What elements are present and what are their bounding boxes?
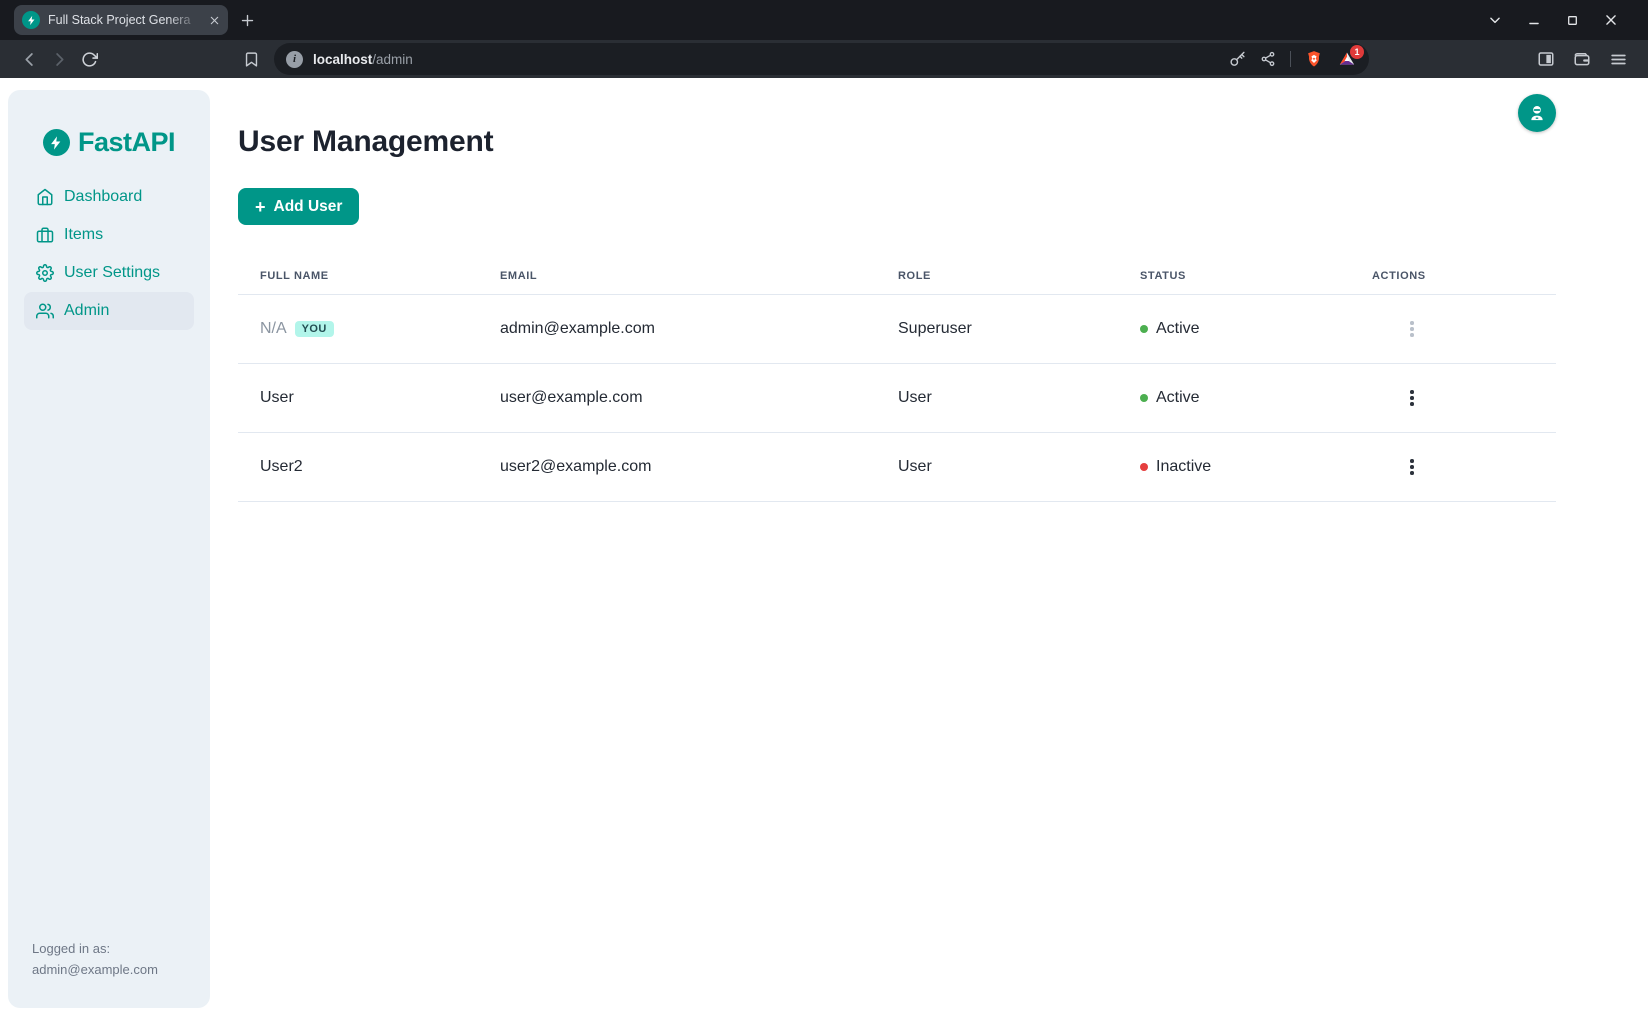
fastapi-favicon-icon <box>22 11 40 29</box>
browser-toolbar: i localhost/admin 1 <box>0 40 1648 78</box>
status-cell: Inactive <box>1118 458 1350 476</box>
rewards-notification-badge: 1 <box>1350 45 1364 59</box>
status-label: Inactive <box>1156 458 1211 476</box>
table-row: N/A YOU admin@example.com Superuser Acti… <box>238 295 1556 364</box>
forward-icon[interactable] <box>44 44 74 74</box>
url-host: localhost <box>313 52 372 67</box>
row-actions-menu-icon[interactable] <box>1404 315 1420 343</box>
full-name-cell: N/A YOU <box>238 320 478 338</box>
toolbar-right-actions <box>1537 50 1628 69</box>
users-table: Full name Email Role Status Actions N/A … <box>238 258 1556 502</box>
minimize-icon[interactable] <box>1527 13 1541 27</box>
browser-tab[interactable]: Full Stack Project Genera <box>14 5 228 35</box>
column-header-full-name: Full name <box>238 270 478 282</box>
url-path: /admin <box>372 52 413 67</box>
page-content: FastAPI Dashboard Items <box>0 78 1648 1025</box>
back-icon[interactable] <box>14 44 44 74</box>
users-icon <box>36 302 54 320</box>
table-row: User user@example.com User Active <box>238 364 1556 433</box>
full-name-value: N/A <box>260 320 287 338</box>
column-header-status: Status <box>1118 270 1350 282</box>
column-header-role: Role <box>876 270 1118 282</box>
status-label: Active <box>1156 320 1200 338</box>
url-text[interactable]: localhost/admin <box>313 52 413 67</box>
user-astronaut-icon <box>1527 103 1547 123</box>
table-row: User2 user2@example.com User Inactive <box>238 433 1556 502</box>
fastapi-logo-text: FastAPI <box>78 127 175 158</box>
status-dot-icon <box>1140 463 1148 471</box>
sidebar-item-dashboard[interactable]: Dashboard <box>24 178 194 216</box>
role-cell: Superuser <box>876 320 1118 338</box>
table-header-row: Full name Email Role Status Actions <box>238 258 1556 295</box>
tab-title: Full Stack Project Genera <box>48 13 201 27</box>
add-user-button-label: Add User <box>274 198 343 216</box>
status-dot-icon <box>1140 325 1148 333</box>
share-icon[interactable] <box>1260 51 1276 67</box>
sidebar: FastAPI Dashboard Items <box>8 90 210 1008</box>
tab-strip: Full Stack Project Genera <box>0 0 1648 40</box>
sidebar-nav: Dashboard Items User Settings <box>8 178 210 330</box>
status-cell: Active <box>1118 389 1350 407</box>
column-header-actions: Actions <box>1350 270 1556 282</box>
logged-in-label: Logged in as: <box>32 939 186 960</box>
sidebar-item-admin[interactable]: Admin <box>24 292 194 330</box>
user-menu-button[interactable] <box>1518 94 1556 132</box>
wallet-icon[interactable] <box>1573 50 1591 68</box>
full-name-cell: User2 <box>238 458 478 476</box>
sidebar-item-label: Dashboard <box>64 188 142 206</box>
bookmark-icon[interactable] <box>236 44 266 74</box>
brave-shield-icon[interactable] <box>1305 49 1323 69</box>
row-actions-menu-icon[interactable] <box>1404 453 1420 481</box>
logged-in-footer: Logged in as: admin@example.com <box>8 939 210 1008</box>
site-info-icon[interactable]: i <box>286 51 303 68</box>
email-cell: user@example.com <box>478 389 876 407</box>
sidebar-item-label: Admin <box>64 302 109 320</box>
sidebar-item-items[interactable]: Items <box>24 216 194 254</box>
url-bar[interactable]: i localhost/admin 1 <box>274 43 1369 75</box>
you-badge: YOU <box>295 321 334 337</box>
fastapi-logo: FastAPI <box>43 127 175 158</box>
page-title: User Management <box>238 125 1556 159</box>
close-window-icon[interactable] <box>1604 13 1618 27</box>
password-key-icon[interactable] <box>1229 51 1246 68</box>
column-header-email: Email <box>478 270 876 282</box>
window-controls <box>1488 13 1618 27</box>
row-actions-menu-icon[interactable] <box>1404 384 1420 412</box>
sidebar-item-label: User Settings <box>64 264 160 282</box>
logged-in-email: admin@example.com <box>32 960 186 981</box>
actions-cell <box>1350 315 1556 343</box>
status-label: Active <box>1156 389 1200 407</box>
role-cell: User <box>876 389 1118 407</box>
home-icon <box>36 188 54 206</box>
email-cell: admin@example.com <box>478 320 876 338</box>
add-user-button[interactable]: + Add User <box>238 188 359 225</box>
actions-cell <box>1350 453 1556 481</box>
tab-close-icon[interactable] <box>209 15 220 26</box>
reload-icon[interactable] <box>74 44 104 74</box>
status-dot-icon <box>1140 394 1148 402</box>
plus-icon: + <box>255 198 266 216</box>
tab-search-chevron-icon[interactable] <box>1488 13 1502 27</box>
status-cell: Active <box>1118 320 1350 338</box>
email-cell: user2@example.com <box>478 458 876 476</box>
new-tab-icon[interactable] <box>240 13 255 28</box>
main-content: User Management + Add User Full name Ema… <box>238 78 1556 502</box>
sidebar-item-user-settings[interactable]: User Settings <box>24 254 194 292</box>
sidebar-panel-icon[interactable] <box>1537 50 1555 68</box>
url-bar-actions: 1 <box>1229 49 1357 69</box>
actions-cell <box>1350 384 1556 412</box>
browser-window: Full Stack Project Genera <box>0 0 1648 1025</box>
briefcase-icon <box>36 226 54 244</box>
fastapi-logo-icon <box>43 129 70 156</box>
divider <box>1290 51 1291 67</box>
full-name-cell: User <box>238 389 478 407</box>
menu-hamburger-icon[interactable] <box>1609 50 1628 69</box>
sidebar-item-label: Items <box>64 226 103 244</box>
brave-rewards-icon[interactable]: 1 <box>1337 50 1357 68</box>
maximize-icon[interactable] <box>1566 14 1579 27</box>
role-cell: User <box>876 458 1118 476</box>
gear-icon <box>36 264 54 282</box>
